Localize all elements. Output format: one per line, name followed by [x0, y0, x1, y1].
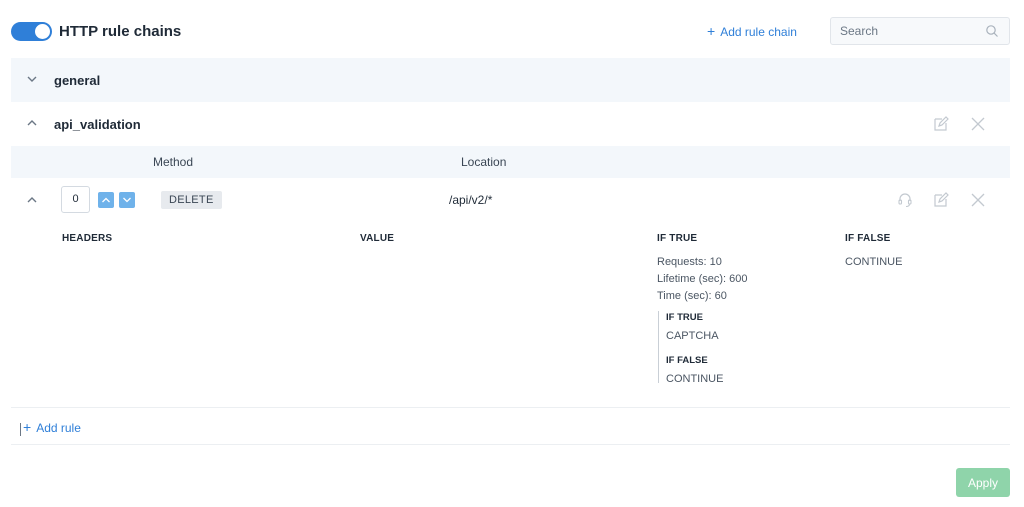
- if-false-label: IF FALSE: [845, 233, 891, 244]
- if-true-requests: Requests: 10: [657, 256, 722, 268]
- search-icon[interactable]: [985, 24, 999, 38]
- add-rule-label: Add rule: [36, 421, 81, 435]
- delete-chain-icon[interactable]: [969, 115, 987, 133]
- add-rule-chain-label: Add rule chain: [720, 25, 797, 39]
- if-true-label: IF TRUE: [657, 233, 698, 244]
- chevron-up-icon[interactable]: [25, 193, 39, 207]
- chains-enabled-toggle[interactable]: [11, 22, 52, 41]
- plus-icon: +: [707, 23, 716, 39]
- page-title: HTTP rule chains: [59, 23, 182, 40]
- if-true-lifetime: Lifetime (sec): 600: [657, 273, 748, 285]
- plus-icon: +: [23, 419, 32, 435]
- nested-if-true-label: IF TRUE: [666, 312, 703, 323]
- support-icon[interactable]: [896, 191, 914, 209]
- top-bar: HTTP rule chains + Add rule chain: [0, 0, 1024, 62]
- apply-button[interactable]: Apply: [956, 468, 1010, 497]
- rules-table-header: Method Location: [11, 146, 1010, 178]
- value-label: VALUE: [360, 233, 395, 244]
- add-rule-chain-button[interactable]: + Add rule chain: [707, 24, 797, 40]
- divider: [11, 444, 1010, 445]
- location-column-header: Location: [461, 155, 507, 169]
- rule-row[interactable]: 0 DELETE /api/v2/*: [11, 180, 1010, 220]
- search-input[interactable]: [831, 18, 981, 44]
- nested-if-true-value: CAPTCHA: [666, 330, 719, 342]
- cursor-bar: [20, 423, 21, 436]
- chevron-up-icon[interactable]: [25, 116, 39, 130]
- method-column-header: Method: [153, 155, 194, 169]
- chevron-up-icon: [102, 197, 110, 203]
- if-true-time: Time (sec): 60: [657, 290, 727, 302]
- rule-order-field[interactable]: 0: [61, 186, 90, 213]
- move-rule-up-button[interactable]: [98, 192, 114, 208]
- chain-row-api-validation[interactable]: api_validation: [11, 102, 1010, 146]
- chevron-down-icon[interactable]: [25, 72, 39, 86]
- add-rule-button[interactable]: + Add rule: [20, 420, 81, 436]
- chain-row-general[interactable]: general: [11, 58, 1010, 102]
- chain-name: general: [54, 73, 101, 88]
- rule-location: /api/v2/*: [449, 193, 493, 207]
- edit-rule-icon[interactable]: [932, 191, 950, 209]
- search-box: [830, 17, 1010, 45]
- headers-label: HEADERS: [62, 233, 113, 244]
- nested-if-false-label: IF FALSE: [666, 355, 708, 366]
- nested-if-false-value: CONTINUE: [666, 373, 724, 385]
- toggle-knob: [35, 24, 50, 39]
- chevron-down-icon: [123, 197, 131, 203]
- if-false-value: CONTINUE: [845, 256, 903, 268]
- nested-branch-line: [658, 311, 659, 383]
- chain-name: api_validation: [54, 117, 141, 132]
- divider: [11, 407, 1010, 408]
- method-badge: DELETE: [161, 191, 222, 209]
- move-rule-down-button[interactable]: [119, 192, 135, 208]
- delete-rule-icon[interactable]: [969, 191, 987, 209]
- edit-chain-icon[interactable]: [932, 115, 950, 133]
